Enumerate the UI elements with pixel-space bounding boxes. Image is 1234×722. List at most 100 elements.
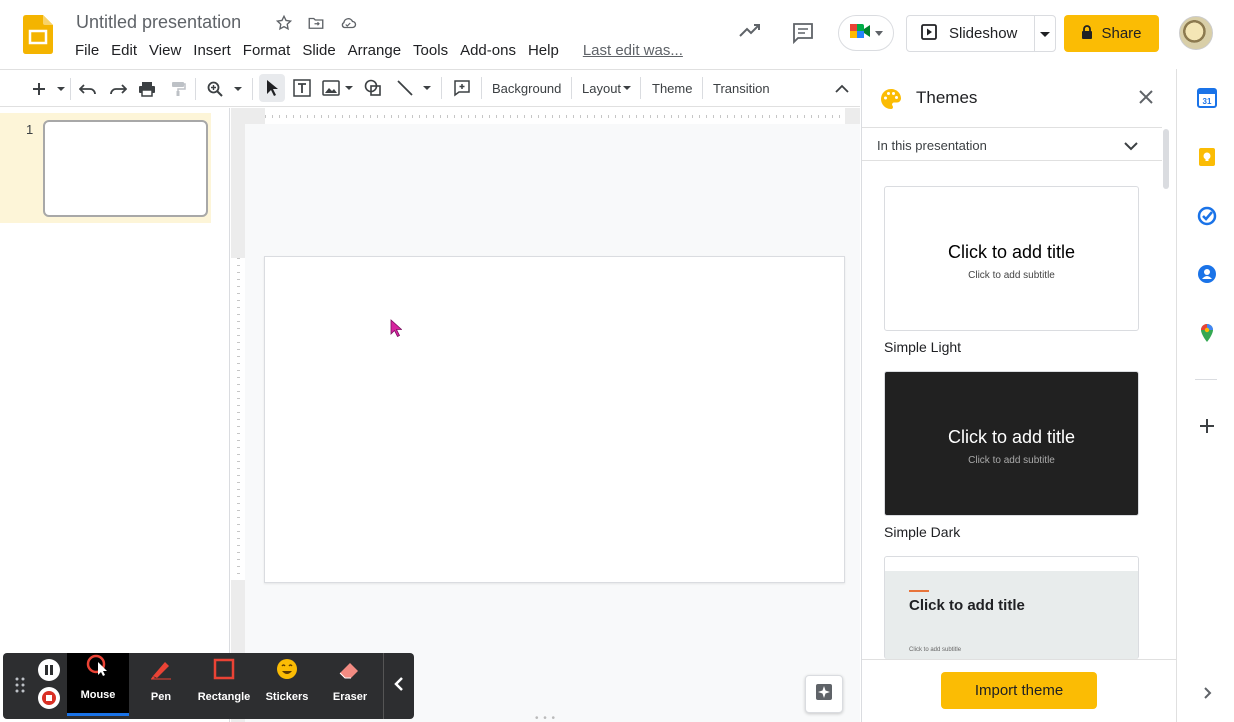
- pause-icon[interactable]: [38, 659, 60, 681]
- slides-logo-icon[interactable]: [23, 15, 53, 54]
- theme-preview-subtitle: Click to add subtitle: [968, 455, 1055, 466]
- image-dropdown-icon[interactable]: [343, 78, 355, 98]
- background-button[interactable]: Background: [492, 81, 561, 96]
- new-slide-icon[interactable]: [30, 79, 48, 99]
- stop-icon[interactable]: [38, 687, 60, 709]
- tool-pen-label: Pen: [150, 691, 172, 703]
- keep-icon[interactable]: [1196, 146, 1218, 168]
- theme-card-simple-light[interactable]: Click to add title Click to add subtitle: [884, 186, 1139, 331]
- share-label: Share: [1101, 25, 1142, 42]
- tool-eraser[interactable]: Eraser: [319, 653, 381, 715]
- rectangle-icon: [213, 658, 235, 685]
- redo-icon[interactable]: [108, 79, 128, 99]
- theme-button[interactable]: Theme: [652, 81, 692, 96]
- line-icon[interactable]: [395, 78, 415, 98]
- tool-mouse-label: Mouse: [80, 689, 116, 701]
- slides-app: Untitled presentation File Edit View Ins…: [0, 0, 1234, 722]
- tool-pen[interactable]: Pen: [130, 653, 192, 715]
- palette-icon: [879, 87, 903, 116]
- menu-bar: File Edit View Insert Format Slide Arran…: [75, 42, 683, 60]
- mouse-pointer-icon: [390, 319, 403, 342]
- share-button[interactable]: Share: [1064, 15, 1159, 52]
- paint-format-icon[interactable]: [168, 79, 188, 99]
- slide-thumbnail[interactable]: [43, 120, 208, 217]
- slideshow-button[interactable]: Slideshow: [907, 16, 1035, 51]
- add-comment-icon[interactable]: [452, 78, 472, 98]
- meet-dropdown-icon: [875, 24, 883, 42]
- tool-rectangle[interactable]: Rectangle: [193, 653, 255, 715]
- new-slide-dropdown-icon[interactable]: [55, 79, 67, 99]
- explore-button[interactable]: [805, 675, 843, 713]
- menu-tools[interactable]: Tools: [413, 42, 460, 60]
- import-theme-button[interactable]: Import theme: [941, 672, 1097, 709]
- close-icon[interactable]: [1138, 89, 1154, 110]
- chevron-right-icon[interactable]: [1196, 682, 1218, 704]
- menu-addons[interactable]: Add-ons: [460, 42, 528, 60]
- theme-card-third[interactable]: Click to add title Click to add subtitle: [884, 556, 1139, 659]
- theme-preview-subtitle: Click to add subtitle: [968, 270, 1055, 281]
- print-icon[interactable]: [137, 79, 157, 99]
- themes-header: Themes: [862, 69, 1176, 127]
- tool-mouse[interactable]: Mouse: [67, 653, 129, 716]
- comment-history-icon[interactable]: [790, 21, 816, 50]
- layout-dropdown-icon[interactable]: [622, 78, 632, 98]
- zoom-icon[interactable]: [205, 79, 225, 99]
- text-box-icon[interactable]: [292, 78, 312, 98]
- side-apps-divider: [1195, 379, 1217, 380]
- slide-number: 1: [26, 122, 34, 137]
- last-edit-link[interactable]: Last edit was...: [583, 42, 683, 60]
- layout-button[interactable]: Layout: [582, 81, 621, 96]
- undo-icon[interactable]: [78, 79, 98, 99]
- menu-help[interactable]: Help: [528, 42, 571, 60]
- collapse-annotation-button[interactable]: [383, 653, 414, 719]
- shape-icon[interactable]: [363, 78, 383, 98]
- activity-trend-icon[interactable]: [738, 22, 762, 43]
- line-dropdown-icon[interactable]: [421, 78, 433, 98]
- select-cursor-icon[interactable]: [262, 78, 282, 98]
- menu-file[interactable]: File: [75, 42, 111, 60]
- theme-preview-subtitle: Click to add subtitle: [909, 647, 962, 653]
- chevron-left-icon: [394, 676, 404, 697]
- theme-card-simple-dark[interactable]: Click to add title Click to add subtitle: [884, 371, 1139, 516]
- tool-eraser-label: Eraser: [332, 691, 368, 703]
- transition-button[interactable]: Transition: [713, 81, 770, 96]
- zoom-dropdown-icon[interactable]: [232, 79, 244, 99]
- theme-preview-title: Click to add title: [909, 597, 1025, 614]
- menu-arrange[interactable]: Arrange: [348, 42, 413, 60]
- calendar-icon[interactable]: 31: [1196, 87, 1218, 109]
- theme-name-simple-dark: Simple Dark: [884, 524, 961, 540]
- slideshow-dropdown[interactable]: [1035, 25, 1055, 43]
- tasks-icon[interactable]: [1196, 205, 1218, 227]
- account-avatar[interactable]: [1179, 16, 1213, 50]
- menu-format[interactable]: Format: [243, 42, 303, 60]
- theme-preview-title: Click to add title: [947, 427, 1076, 447]
- meet-button[interactable]: [838, 15, 894, 51]
- move-folder-icon[interactable]: [306, 13, 326, 33]
- tool-stickers[interactable]: Stickers: [256, 653, 318, 715]
- document-title[interactable]: Untitled presentation: [76, 12, 241, 33]
- themes-filter-dropdown[interactable]: In this presentation: [862, 127, 1162, 161]
- contacts-icon[interactable]: [1196, 263, 1218, 285]
- eraser-icon: [338, 660, 362, 685]
- svg-text:31: 31: [1203, 97, 1212, 106]
- chevron-down-icon: [1124, 138, 1138, 156]
- sticker-emoji-icon: [276, 658, 298, 685]
- menu-slide[interactable]: Slide: [302, 42, 347, 60]
- speaker-notes-drag-handle[interactable]: • • •: [535, 713, 556, 722]
- star-icon[interactable]: [274, 13, 294, 33]
- menu-view[interactable]: View: [149, 42, 193, 60]
- themes-scrollbar[interactable]: [1163, 129, 1169, 189]
- slide-filmstrip: 1: [0, 108, 230, 722]
- collapse-toolbar-icon[interactable]: [832, 78, 852, 98]
- drag-handle-icon[interactable]: [14, 677, 26, 693]
- meet-camera-icon: [849, 22, 871, 45]
- insert-image-icon[interactable]: [321, 78, 341, 98]
- slide-editor[interactable]: [264, 256, 845, 583]
- cloud-status-icon[interactable]: [338, 13, 358, 33]
- add-addon-icon[interactable]: [1196, 415, 1218, 437]
- maps-icon[interactable]: [1196, 322, 1218, 344]
- menu-edit[interactable]: Edit: [111, 42, 149, 60]
- menu-insert[interactable]: Insert: [193, 42, 243, 60]
- tool-rectangle-label: Rectangle: [197, 691, 251, 703]
- slide-thumbnail-selected[interactable]: 1: [0, 113, 211, 223]
